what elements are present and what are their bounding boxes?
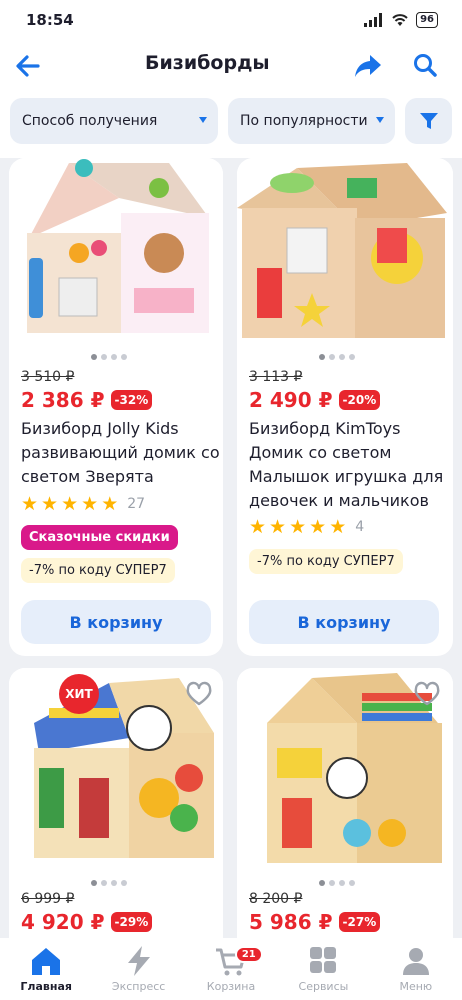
home-icon (32, 948, 61, 975)
product-title[interactable]: Бизиборд KimToys Домик со светом Малышок… (249, 417, 449, 513)
product-card[interactable]: ХИТ 6 999 ₽ 4 920 ₽ -29% (9, 668, 223, 968)
funnel-icon (419, 113, 438, 129)
product-card[interactable]: 8 200 ₽ 5 986 ₽ -27% (237, 668, 453, 968)
wifi-icon (392, 14, 408, 26)
discount-badge: -29% (110, 912, 153, 932)
tab-home[interactable]: Главная (0, 938, 92, 1000)
chevron-down-icon (376, 117, 384, 123)
profile-icon (402, 948, 429, 975)
price: 5 986 ₽ (249, 910, 333, 934)
image-carousel-dots (319, 354, 355, 360)
star-icon: ★ (289, 516, 307, 538)
search-icon[interactable] (410, 50, 440, 80)
page-title: Бизиборды (145, 52, 270, 74)
chevron-down-icon (199, 117, 207, 123)
delivery-filter[interactable]: Способ получения (10, 98, 218, 144)
star-icon: ★ (61, 493, 79, 515)
sort-dropdown[interactable]: По популярности (228, 98, 395, 144)
status-icons: 96 (364, 12, 438, 28)
price-row: 2 490 ₽ -20% (249, 388, 381, 412)
star-icon: ★ (41, 493, 59, 515)
product-card[interactable]: 3 510 ₽ 2 386 ₽ -32% Бизиборд Jolly Kids… (9, 158, 223, 656)
tab-menu[interactable]: Меню (370, 938, 462, 1000)
battery-indicator: 96 (416, 12, 438, 28)
price: 2 490 ₽ (249, 388, 333, 412)
old-price: 8 200 ₽ (249, 891, 303, 907)
product-title[interactable]: Бизиборд Jolly Kids развивающий домик со… (21, 417, 221, 489)
promo-code-label: -7% по коду СУПЕР7 (21, 558, 175, 583)
star-icon: ★ (249, 516, 267, 538)
hit-badge: ХИТ (59, 674, 99, 714)
rating: ★ ★ ★ ★ ★ 4 (249, 517, 364, 537)
price-row: 2 386 ₽ -32% (21, 388, 153, 412)
image-carousel-dots (319, 880, 355, 886)
app-header: Бизиборды (0, 40, 462, 92)
image-carousel-dots (91, 880, 127, 886)
tab-home-label: Главная (20, 980, 72, 993)
product-card[interactable]: 3 113 ₽ 2 490 ₽ -20% Бизиборд KimToys До… (237, 158, 453, 656)
sort-dropdown-label: По популярности (240, 113, 368, 129)
price-row: 5 986 ₽ -27% (249, 910, 381, 934)
star-icon: ★ (21, 493, 39, 515)
star-icon: ★ (101, 493, 119, 515)
add-to-cart-button[interactable]: В корзину (21, 600, 211, 644)
old-price: 6 999 ₽ (21, 891, 75, 907)
heart-icon[interactable] (413, 680, 441, 708)
price: 2 386 ₽ (21, 388, 105, 412)
star-icon: ★ (329, 516, 347, 538)
discount-badge: -32% (110, 390, 153, 410)
old-price: 3 113 ₽ (249, 369, 303, 385)
star-icon: ★ (269, 516, 287, 538)
cart-count-badge: 21 (234, 946, 263, 963)
filter-bar: Способ получения По популярности (0, 92, 462, 158)
add-to-cart-button[interactable]: В корзину (249, 600, 439, 644)
tab-express[interactable]: Экспресс (92, 938, 184, 1000)
discount-badge: -20% (338, 390, 381, 410)
discount-badge: -27% (338, 912, 381, 932)
rating: ★ ★ ★ ★ ★ 27 (21, 494, 145, 514)
product-image[interactable] (9, 158, 223, 348)
tab-services[interactable]: Сервисы (277, 938, 369, 1000)
image-carousel-dots (91, 354, 127, 360)
tab-cart-label: Корзина (206, 980, 256, 993)
share-icon[interactable] (352, 50, 384, 82)
price-row: 4 920 ₽ -29% (21, 910, 153, 934)
tab-cart[interactable]: 21 Корзина (185, 938, 277, 1000)
price: 4 920 ₽ (21, 910, 105, 934)
star-icon: ★ (309, 516, 327, 538)
back-arrow-icon[interactable] (12, 50, 44, 82)
sale-badge: Сказочные скидки (21, 525, 178, 550)
tab-express-label: Экспресс (111, 980, 166, 993)
bottom-tab-bar: Главная Экспресс 21 Корзина Сервисы Меню (0, 938, 462, 1000)
filter-button[interactable] (405, 98, 452, 144)
star-icon: ★ (81, 493, 99, 515)
review-count: 4 (355, 519, 365, 535)
delivery-filter-label: Способ получения (22, 113, 158, 129)
status-time: 18:54 (26, 11, 74, 29)
signal-icon (364, 13, 383, 27)
lightning-icon (127, 946, 150, 976)
heart-icon[interactable] (185, 680, 213, 708)
tab-services-label: Сервисы (298, 980, 349, 993)
tab-menu-label: Меню (399, 980, 433, 993)
services-grid-icon (310, 947, 337, 973)
promo-code-label: -7% по коду СУПЕР7 (249, 549, 403, 574)
status-bar: 18:54 96 (0, 0, 462, 40)
product-image[interactable] (237, 158, 453, 348)
review-count: 27 (127, 496, 146, 512)
old-price: 3 510 ₽ (21, 369, 75, 385)
